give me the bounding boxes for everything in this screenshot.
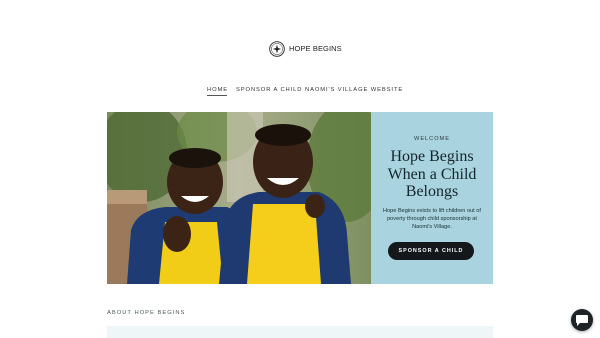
chat-button[interactable] — [571, 309, 593, 331]
brand-name: HOPE BEGINS — [289, 44, 342, 53]
nav-item-sponsor-a-child[interactable]: SPONSOR A CHILD — [236, 87, 302, 93]
hero-headline: Hope Begins When a Child Belongs — [387, 148, 477, 200]
main-navigation: HOME SPONSOR A CHILD NAOMI'S VILLAGE WEB… — [0, 87, 600, 99]
nav-item-naomis-village-website[interactable]: NAOMI'S VILLAGE WEBSITE — [305, 87, 403, 93]
emblem-icon — [269, 40, 285, 57]
nav-item-home[interactable]: HOME — [207, 87, 228, 96]
about-section-band — [107, 326, 493, 338]
hero-photo — [107, 112, 371, 284]
hero-section: WELCOME Hope Begins When a Child Belongs… — [107, 112, 493, 284]
site-logo[interactable]: HOPE BEGINS — [269, 40, 342, 57]
hero-text-panel: WELCOME Hope Begins When a Child Belongs… — [371, 112, 493, 284]
hero-eyebrow: WELCOME — [414, 136, 450, 142]
sponsor-a-child-button[interactable]: SPONSOR A CHILD — [388, 242, 474, 260]
about-section-heading: ABOUT HOPE BEGINS — [107, 310, 186, 316]
chat-bubble-icon — [576, 315, 588, 326]
hero-description: Hope Begins exists to lift children out … — [383, 208, 481, 231]
